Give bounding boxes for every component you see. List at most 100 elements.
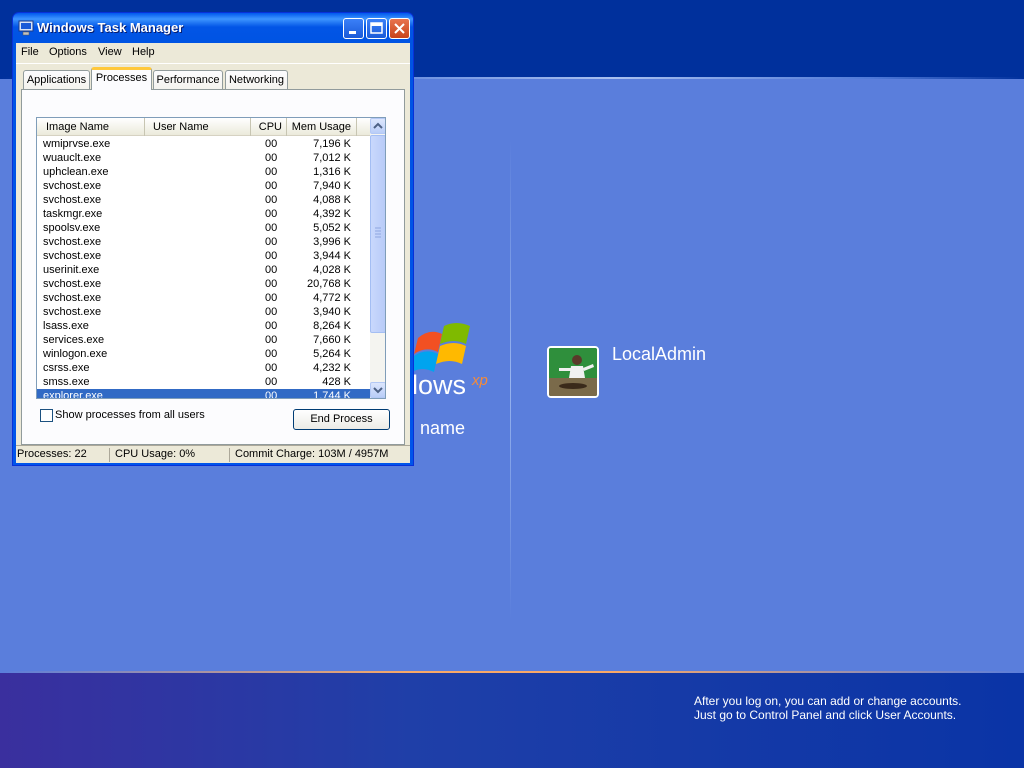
logon-hint: After you log on, you can add or change … <box>694 694 962 722</box>
grip-icon <box>375 227 381 238</box>
status-processes: Processes: 22 <box>17 448 87 460</box>
column-mem-usage[interactable]: Mem Usage <box>287 118 357 136</box>
process-image-name: svchost.exe <box>43 236 102 248</box>
table-row[interactable]: wmiprvse.exe 00 7,196 K <box>37 137 370 151</box>
tab-applications[interactable]: Applications <box>23 70 90 89</box>
process-mem-usage: 3,944 K <box>313 250 351 262</box>
process-cpu: 00 <box>265 152 278 164</box>
process-cpu: 00 <box>265 236 278 248</box>
process-cpu: 00 <box>265 264 278 276</box>
process-image-name: wuauclt.exe <box>43 152 102 164</box>
process-cpu: 00 <box>265 292 278 304</box>
show-all-users-checkbox[interactable] <box>40 409 53 422</box>
process-mem-usage: 7,196 K <box>313 138 351 150</box>
process-cpu: 00 <box>265 194 278 206</box>
table-row[interactable]: explorer.exe 00 1,744 K <box>37 389 370 399</box>
tab-performance[interactable]: Performance <box>153 70 223 89</box>
minimize-button[interactable] <box>343 18 364 39</box>
process-mem-usage: 4,088 K <box>313 194 351 206</box>
table-row[interactable]: wuauclt.exe 00 7,012 K <box>37 151 370 165</box>
show-all-users-label[interactable]: Show processes from all users <box>55 409 205 421</box>
process-mem-usage: 8,264 K <box>313 320 351 332</box>
status-bar: Processes: 22 CPU Usage: 0% Commit Charg… <box>16 445 410 463</box>
process-cpu: 00 <box>265 334 278 346</box>
process-mem-usage: 7,660 K <box>313 334 351 346</box>
xp-superscript: xp <box>472 372 488 389</box>
close-icon <box>394 23 405 34</box>
user-account-name[interactable]: LocalAdmin <box>612 344 706 365</box>
windows-brand-text: lows <box>412 370 467 400</box>
table-row[interactable]: svchost.exe 00 4,088 K <box>37 193 370 207</box>
process-mem-usage: 4,392 K <box>313 208 351 220</box>
process-mem-usage: 20,768 K <box>306 278 351 290</box>
process-mem-usage: 428 K <box>322 376 351 388</box>
scroll-thumb[interactable] <box>370 135 385 333</box>
close-button[interactable] <box>389 18 410 39</box>
title-bar[interactable]: Windows Task Manager <box>13 13 413 43</box>
table-row[interactable]: taskmgr.exe 00 4,392 K <box>37 207 370 221</box>
table-row[interactable]: svchost.exe 00 3,940 K <box>37 305 370 319</box>
scroll-down-button[interactable] <box>370 382 385 398</box>
table-row[interactable]: lsass.exe 00 8,264 K <box>37 319 370 333</box>
process-image-name: svchost.exe <box>43 278 102 290</box>
table-row[interactable]: uphclean.exe 00 1,316 K <box>37 165 370 179</box>
table-row[interactable]: userinit.exe 00 4,028 K <box>37 263 370 277</box>
tab-networking[interactable]: Networking <box>225 70 288 89</box>
table-row[interactable]: smss.exe 00 428 K <box>37 375 370 389</box>
process-image-name: uphclean.exe <box>43 166 109 178</box>
window-client-area: File Options View Help Applications Proc… <box>16 43 410 463</box>
process-cpu: 00 <box>265 180 278 192</box>
vertical-scrollbar[interactable] <box>370 118 385 398</box>
process-cpu: 00 <box>265 390 278 399</box>
process-cpu: 00 <box>265 320 278 332</box>
process-image-name: svchost.exe <box>43 292 102 304</box>
table-row[interactable]: svchost.exe 00 3,996 K <box>37 235 370 249</box>
user-picture[interactable] <box>547 346 599 398</box>
menu-options[interactable]: Options <box>49 46 87 58</box>
column-user-name[interactable]: User Name <box>145 118 251 136</box>
menu-separator <box>16 63 410 64</box>
task-manager-icon <box>18 20 34 36</box>
table-row[interactable]: winlogon.exe 00 5,264 K <box>37 347 370 361</box>
process-mem-usage: 4,028 K <box>313 264 351 276</box>
end-process-button[interactable]: End Process <box>293 409 390 430</box>
process-mem-usage: 1,316 K <box>313 166 351 178</box>
welcome-instruction: name <box>420 418 466 438</box>
task-manager-window: Windows Task Manager File Options View H… <box>12 12 414 466</box>
scroll-up-button[interactable] <box>370 118 385 134</box>
process-image-name: csrss.exe <box>43 362 90 374</box>
process-image-name: lsass.exe <box>43 320 89 332</box>
menu-view[interactable]: View <box>98 46 122 58</box>
menu-file[interactable]: File <box>21 46 39 58</box>
process-image-name: svchost.exe <box>43 180 102 192</box>
table-row[interactable]: csrss.exe 00 4,232 K <box>37 361 370 375</box>
column-image-name[interactable]: Image Name <box>37 118 145 136</box>
table-row[interactable]: svchost.exe 00 3,944 K <box>37 249 370 263</box>
table-row[interactable]: svchost.exe 00 4,772 K <box>37 291 370 305</box>
menu-help[interactable]: Help <box>132 46 155 58</box>
process-cpu: 00 <box>265 376 278 388</box>
column-cpu[interactable]: CPU <box>251 118 287 136</box>
process-cpu: 00 <box>265 362 278 374</box>
process-image-name: svchost.exe <box>43 194 102 206</box>
table-row[interactable]: svchost.exe 00 7,940 K <box>37 179 370 193</box>
process-image-name: spoolsv.exe <box>43 222 101 234</box>
table-row[interactable]: svchost.exe 00 20,768 K <box>37 277 370 291</box>
process-image-name: winlogon.exe <box>43 348 108 360</box>
process-image-name: svchost.exe <box>43 306 102 318</box>
table-row[interactable]: services.exe 00 7,660 K <box>37 333 370 347</box>
status-cpu-usage: CPU Usage: 0% <box>115 448 196 460</box>
process-cpu: 00 <box>265 306 278 318</box>
process-mem-usage: 5,052 K <box>313 222 351 234</box>
maximize-icon <box>370 22 383 34</box>
chevron-up-icon <box>373 122 383 129</box>
process-cpu: 00 <box>265 348 278 360</box>
maximize-button[interactable] <box>366 18 387 39</box>
process-cpu: 00 <box>265 138 278 150</box>
process-cpu: 00 <box>265 250 278 262</box>
tab-processes[interactable]: Processes <box>91 67 152 90</box>
process-mem-usage: 7,012 K <box>313 152 351 164</box>
process-list[interactable]: Image Name User Name CPU Mem Usage wmipr… <box>36 117 386 399</box>
process-image-name: userinit.exe <box>43 264 100 276</box>
table-row[interactable]: spoolsv.exe 00 5,052 K <box>37 221 370 235</box>
